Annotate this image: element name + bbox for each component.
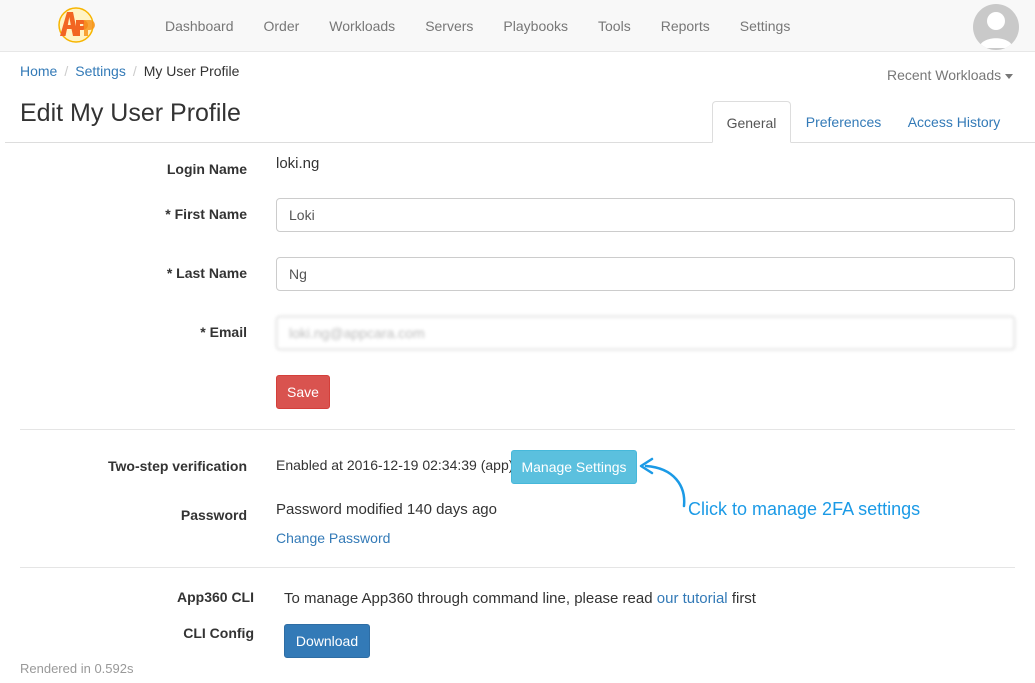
- change-password-link[interactable]: Change Password: [276, 530, 390, 546]
- breadcrumb-separator: /: [64, 63, 69, 79]
- breadcrumb-current: My User Profile: [143, 63, 240, 79]
- nav-tools[interactable]: Tools: [583, 0, 646, 52]
- last-name-label: * Last Name: [166, 265, 247, 281]
- manage-settings-button[interactable]: Manage Settings: [511, 450, 637, 484]
- tab-preferences[interactable]: Preferences: [797, 101, 890, 143]
- cli-config-label: CLI Config: [183, 625, 254, 641]
- breadcrumb-separator: /: [132, 63, 137, 79]
- tab-access-history[interactable]: Access History: [900, 101, 1008, 143]
- annotation-text: Click to manage 2FA settings: [688, 499, 921, 519]
- nav-playbooks[interactable]: Playbooks: [488, 0, 583, 52]
- login-name-value: loki.ng: [276, 155, 320, 172]
- nav-reports[interactable]: Reports: [646, 0, 725, 52]
- download-button[interactable]: Download: [284, 624, 370, 658]
- user-avatar-icon[interactable]: [973, 4, 1019, 50]
- breadcrumb: Home / Settings / My User Profile: [20, 63, 239, 79]
- render-time-footer: Rendered in 0.592s: [20, 661, 134, 676]
- password-label: Password: [180, 507, 247, 523]
- nav-servers[interactable]: Servers: [410, 0, 488, 52]
- password-status: Password modified 140 days ago: [276, 501, 497, 518]
- section-divider: [20, 429, 1015, 430]
- login-name-label: Login Name: [166, 161, 247, 177]
- cli-description-prefix: To manage App360 through command line, p…: [284, 590, 653, 607]
- last-name-field[interactable]: [276, 257, 1015, 291]
- breadcrumb-settings[interactable]: Settings: [75, 63, 126, 79]
- tab-general[interactable]: General: [712, 101, 791, 143]
- two-step-status: Enabled at 2016-12-19 02:34:39 (app).: [276, 457, 518, 473]
- two-step-label: Two-step verification: [108, 458, 247, 474]
- page-title: Edit My User Profile: [20, 99, 241, 127]
- nav-settings[interactable]: Settings: [725, 0, 806, 52]
- recent-workloads-label: Recent Workloads: [887, 67, 1002, 83]
- nav-order[interactable]: Order: [249, 0, 315, 52]
- first-name-field[interactable]: [276, 198, 1015, 232]
- tutorial-link[interactable]: our tutorial: [657, 590, 728, 607]
- app-logo-icon[interactable]: [56, 6, 96, 44]
- cli-description: To manage App360 through command line, p…: [284, 590, 756, 607]
- email-field[interactable]: [276, 316, 1015, 350]
- first-name-label: * First Name: [165, 206, 247, 222]
- app-cli-label: App360 CLI: [176, 589, 254, 605]
- caret-down-icon: [1005, 73, 1014, 79]
- top-navbar: Dashboard Order Workloads Servers Playbo…: [0, 0, 1035, 52]
- breadcrumb-home[interactable]: Home: [20, 63, 57, 79]
- main-nav: Dashboard Order Workloads Servers Playbo…: [150, 0, 805, 52]
- recent-workloads-dropdown[interactable]: Recent Workloads: [887, 67, 1014, 83]
- cli-description-suffix: first: [731, 590, 756, 607]
- nav-workloads[interactable]: Workloads: [314, 0, 410, 52]
- email-label: * Email: [200, 324, 247, 340]
- save-button[interactable]: Save: [276, 375, 330, 409]
- nav-dashboard[interactable]: Dashboard: [150, 0, 249, 52]
- section-divider: [20, 567, 1015, 568]
